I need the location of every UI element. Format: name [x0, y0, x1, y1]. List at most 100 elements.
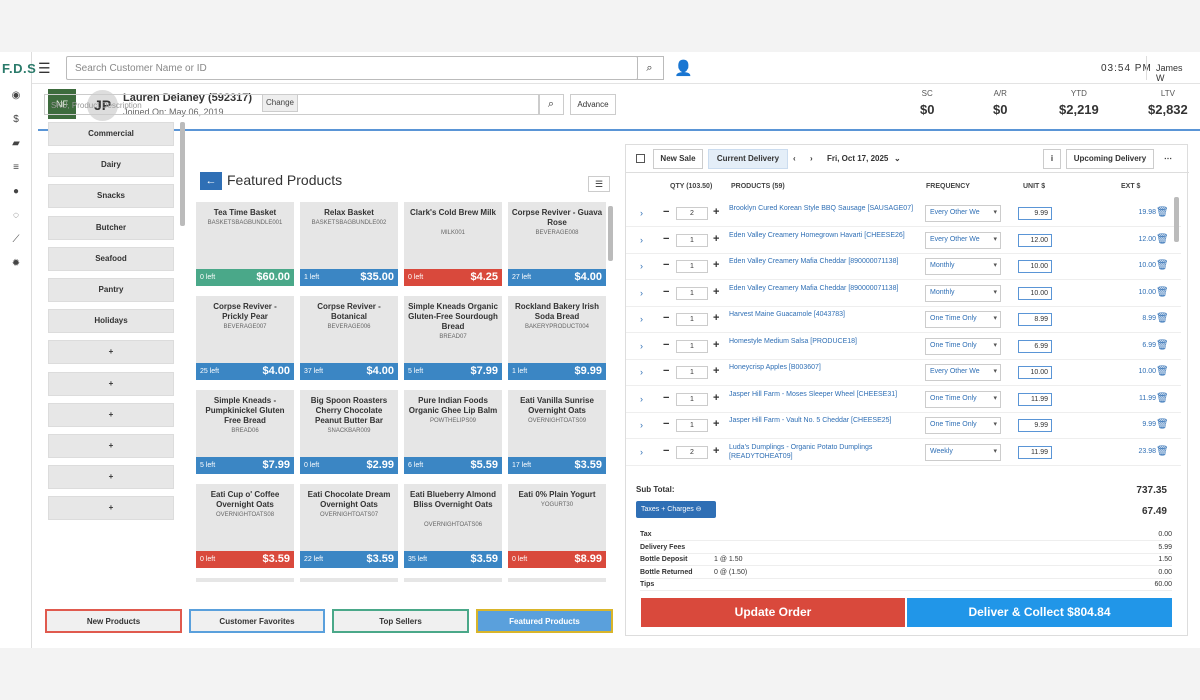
unit-price-field[interactable]: 11.99 — [1018, 445, 1052, 459]
frequency-select[interactable]: Every Other We — [925, 205, 1001, 222]
frequency-select[interactable]: One Time Only — [925, 311, 1001, 328]
frequency-select[interactable]: One Time Only — [925, 337, 1001, 355]
product-link[interactable]: Eden Valley Creamery Homegrown Havarti [… — [729, 231, 919, 240]
product-card[interactable]: Eati Cup o' Coffee Overnight Oats OVERNIG… — [196, 484, 294, 568]
category-button[interactable]: Seafood — [48, 246, 174, 271]
product-card[interactable]: Rockland Bakery Irish Soda Bread BAKERYPR… — [508, 296, 606, 380]
trash-icon[interactable]: 🗑 — [1156, 287, 1169, 298]
chevron-down-icon[interactable]: ⌄ — [894, 154, 901, 163]
frequency-select[interactable]: Every Other We — [925, 231, 1001, 249]
product-card[interactable]: Simple Kneads Organic Gluten-Free Sourdo… — [404, 296, 502, 380]
product-link[interactable]: Brooklyn Cured Korean Style BBQ Sausage … — [729, 204, 919, 213]
select-all-checkbox[interactable] — [636, 154, 645, 163]
more-icon[interactable]: ⋯ — [1164, 154, 1172, 163]
frequency-select[interactable]: Weekly — [925, 443, 1001, 461]
expand-icon[interactable]: › — [640, 208, 643, 218]
expand-icon[interactable]: › — [640, 447, 643, 457]
unit-price-field[interactable]: 10.00 — [1018, 260, 1052, 273]
expand-icon[interactable]: › — [640, 314, 643, 324]
tab-new-products[interactable]: New Products — [45, 609, 182, 633]
category-button[interactable]: Butcher — [48, 215, 174, 240]
grid-scrollbar[interactable] — [608, 206, 613, 261]
minus-icon[interactable]: − — [663, 365, 669, 377]
deliver-collect-button[interactable]: Deliver & Collect $804.84 — [907, 598, 1172, 627]
product-card[interactable]: Corpse Reviver - Prickly Pear BEVERAGE007… — [196, 296, 294, 380]
qty-field[interactable]: 1 — [676, 366, 708, 379]
qty-field[interactable]: 2 — [676, 207, 708, 220]
unit-price-field[interactable]: 10.00 — [1018, 286, 1052, 300]
trash-icon[interactable]: 🗑 — [1156, 419, 1169, 430]
frequency-select[interactable]: Monthly — [925, 284, 1001, 302]
plus-icon[interactable]: + — [713, 418, 719, 430]
expand-icon[interactable]: › — [640, 261, 643, 271]
order-scrollbar[interactable] — [1174, 197, 1179, 242]
expand-icon[interactable]: › — [640, 394, 643, 404]
unit-price-field[interactable]: 9.99 — [1018, 419, 1052, 432]
product-card[interactable]: Tea Time Basket BASKETSBAGBUNDLE001 0 left… — [196, 202, 294, 286]
plus-icon[interactable]: + — [713, 445, 719, 457]
plus-icon[interactable]: + — [713, 259, 719, 271]
product-card[interactable]: Pure Indian Foods Organic Ghee Lip Balm P… — [404, 390, 502, 474]
trash-icon[interactable]: 🗑 — [1156, 393, 1169, 404]
dashboard-icon[interactable]: ◉ — [10, 90, 22, 102]
customer-search-input[interactable]: Search Customer Name or ID — [66, 56, 638, 80]
product-link[interactable]: Homestyle Medium Salsa [PRODUCE18] — [729, 337, 919, 346]
search-icon[interactable]: ⌕ — [636, 56, 664, 80]
unit-price-field[interactable]: 9.99 — [1018, 207, 1052, 220]
frequency-select[interactable]: Every Other We — [925, 364, 1001, 381]
product-card[interactable]: Eati Blueberry Almond Bliss Overnight Oa… — [404, 484, 502, 568]
product-card[interactable]: Eati Labneh Tangy Yogurt Dip — [300, 578, 398, 582]
settings-icon[interactable]: ✹ — [10, 258, 22, 270]
minus-icon[interactable]: − — [663, 339, 669, 351]
category-button[interactable]: + — [48, 340, 174, 365]
trash-icon[interactable]: 🗑 — [1156, 366, 1169, 377]
unit-price-field[interactable]: 11.99 — [1018, 392, 1052, 406]
category-button[interactable]: + — [48, 402, 174, 427]
minus-icon[interactable]: − — [663, 259, 669, 271]
menu-icon[interactable]: ☰ — [38, 60, 51, 77]
qty-field[interactable]: 1 — [676, 233, 708, 247]
product-search-input[interactable]: SKU, Product Description — [44, 94, 540, 115]
expand-icon[interactable]: › — [640, 367, 643, 377]
expand-icon[interactable]: › — [640, 341, 643, 351]
plus-icon[interactable]: + — [713, 233, 719, 245]
tab-top-sellers[interactable]: Top Sellers — [332, 609, 469, 633]
qty-field[interactable]: 1 — [676, 419, 708, 432]
plus-icon[interactable]: + — [713, 365, 719, 377]
current-delivery-button[interactable]: Current Delivery — [708, 149, 788, 169]
unit-price-field[interactable]: 6.99 — [1018, 339, 1052, 353]
qty-field[interactable]: 1 — [676, 313, 708, 326]
category-button[interactable]: Snacks — [48, 184, 174, 209]
product-link[interactable]: Harvest Maine Guacamole [4043783] — [729, 310, 919, 319]
taxes-charges-button[interactable]: Taxes + Charges ⊖ — [636, 501, 716, 518]
category-scrollbar[interactable] — [180, 122, 185, 226]
next-date-icon[interactable]: › — [810, 154, 813, 163]
user-menu[interactable]: James W — [1146, 56, 1200, 83]
delivery-date[interactable]: Fri, Oct 17, 2025 — [827, 154, 888, 163]
plus-icon[interactable]: + — [713, 286, 719, 298]
plus-icon[interactable]: + — [713, 339, 719, 351]
qty-field[interactable]: 1 — [676, 260, 708, 273]
minus-icon[interactable]: − — [663, 418, 669, 430]
qty-field[interactable]: 1 — [676, 392, 708, 406]
product-card[interactable]: Eati Chocolate Dream Overnight Oats OVERN… — [300, 484, 398, 568]
qty-field[interactable]: 1 — [676, 339, 708, 353]
trash-icon[interactable]: 🗑 — [1156, 260, 1169, 271]
add-customer-icon[interactable]: 👤 — [674, 59, 693, 77]
tab-featured-products[interactable]: Featured Products — [476, 609, 613, 633]
upcoming-delivery-button[interactable]: Upcoming Delivery — [1066, 149, 1154, 169]
frequency-select[interactable]: Monthly — [925, 258, 1001, 275]
minus-icon[interactable]: − — [663, 286, 669, 298]
category-button[interactable]: + — [48, 465, 174, 490]
advance-button[interactable]: Advance — [570, 94, 616, 115]
plus-icon[interactable]: + — [713, 206, 719, 218]
minus-icon[interactable]: − — [663, 392, 669, 404]
tab-customer-favorites[interactable]: Customer Favorites — [189, 609, 325, 633]
trash-icon[interactable]: 🗑 — [1156, 340, 1169, 351]
product-card[interactable]: Eati 0% Plain Yogurt YOGURT30 0 left $8.99 — [508, 484, 606, 568]
category-button[interactable]: Pantry — [48, 277, 174, 302]
trash-icon[interactable]: 🗑 — [1156, 207, 1169, 218]
expand-icon[interactable]: › — [640, 235, 643, 245]
product-card[interactable]: Big Spoon Roasters Cherry Chocolate Pean… — [300, 390, 398, 474]
prev-date-icon[interactable]: ‹ — [793, 154, 796, 163]
